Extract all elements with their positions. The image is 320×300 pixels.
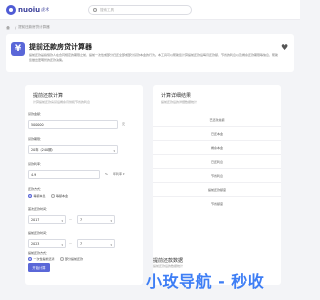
result-row: 节省利息 xyxy=(210,174,223,178)
radio-unselected-icon xyxy=(50,194,55,198)
logo-icon xyxy=(6,5,16,15)
repay-method-label: 还款方式： xyxy=(28,187,44,191)
result-divider xyxy=(153,126,281,127)
repay-method-option-2[interactable]: 等额本金 xyxy=(50,194,69,198)
chevron-down-icon: ▾ xyxy=(61,242,63,247)
prepay-method-option-1[interactable]: 一次性提前还清 xyxy=(28,257,55,261)
home-icon[interactable] xyxy=(6,25,10,30)
results-panel: 计算详细结果 提前还款后的详细数据统计 已还款总额 已还本金 剩余本金 已还利息… xyxy=(153,85,281,285)
result-row: 已还利息 xyxy=(210,160,223,164)
rate-type-select[interactable]: 年利率 ▾ xyxy=(113,172,124,176)
chevron-down-icon: ▾ xyxy=(110,218,112,223)
yen-icon: ¥ xyxy=(11,42,25,56)
favorite-heart-icon[interactable]: ♥ xyxy=(281,44,288,52)
loan-term-label: 贷款期限： xyxy=(28,137,44,141)
result-row: 节省额度 xyxy=(210,202,223,206)
rate-input[interactable]: 4.9 xyxy=(28,170,100,179)
results-subtitle: 提前还款后的详细数据统计 xyxy=(161,100,198,104)
result-divider xyxy=(153,154,281,155)
loan-amount-unit: 元 xyxy=(122,122,126,126)
prepay-method-option-label: 部分提前还款 xyxy=(65,257,84,261)
prepay-month-value: 7 xyxy=(80,241,83,246)
first-date-year-select[interactable]: 2017 ▾ xyxy=(28,215,66,224)
results-title: 计算详细结果 xyxy=(161,93,192,99)
rate-unit: % xyxy=(105,172,108,176)
date-separator: — xyxy=(69,217,72,221)
watermark-text: 小玫导航 - 秒收 xyxy=(146,272,265,291)
loan-term-value: 20年（240期） xyxy=(31,148,55,152)
prepay-method-radio-group: 一次性提前还清 部分提前还款 xyxy=(28,257,88,261)
rate-type-value: 年利率 xyxy=(113,172,123,176)
prepay-method-option-2[interactable]: 部分提前还款 xyxy=(59,257,84,261)
result-row: 提前还款额度 xyxy=(207,188,226,192)
loan-amount-input[interactable]: 500000 xyxy=(28,120,118,129)
repay-method-option-1[interactable]: 等额本息 xyxy=(28,194,46,198)
result-divider xyxy=(153,182,281,183)
result-row: 已还本金 xyxy=(210,132,223,136)
first-date-label: 首次还款时间： xyxy=(28,207,50,211)
prepay-date-year-select[interactable]: 2023 ▾ xyxy=(28,239,66,248)
calculate-button[interactable]: 开始计算 xyxy=(28,263,50,272)
repay-method-option-label: 等额本金 xyxy=(56,194,69,198)
date-separator: — xyxy=(69,241,72,245)
repay-method-radio-group: 等额本息 等额本金 xyxy=(28,194,73,198)
radio-selected-icon xyxy=(28,257,32,261)
prepay-method-label: 提前还款方式： xyxy=(28,251,50,255)
radio-selected-icon xyxy=(28,194,32,198)
result-divider xyxy=(153,168,281,169)
result-divider xyxy=(153,196,281,197)
first-month-value: 7 xyxy=(80,217,83,222)
first-year-value: 2017 xyxy=(31,217,40,222)
chevron-down-icon: ▾ xyxy=(110,242,112,247)
chevron-down-icon: ▾ xyxy=(113,148,115,153)
prepay-method-option-label: 一次性提前还清 xyxy=(33,257,55,261)
first-date-month-select[interactable]: 7 ▾ xyxy=(77,215,115,224)
repay-method-option-label: 等额本息 xyxy=(33,194,46,198)
breadcrumb-separator: / xyxy=(15,25,17,30)
result-row: 已还款总额 xyxy=(209,118,225,122)
loan-amount-label: 贷款金额： xyxy=(28,112,44,116)
result-row: 剩余本金 xyxy=(210,146,223,150)
rate-label: 贷款利率： xyxy=(28,162,44,166)
loan-term-select[interactable]: 20年（240期） ▾ xyxy=(28,145,118,154)
radio-unselected-icon xyxy=(59,257,64,261)
prepay-date-month-select[interactable]: 7 ▾ xyxy=(77,239,115,248)
result-divider xyxy=(153,140,281,141)
prepay-date-label: 提前还款时间： xyxy=(28,231,50,235)
chevron-down-icon: ▾ xyxy=(61,218,63,223)
prepay-year-value: 2023 xyxy=(31,241,40,246)
details-title: 提前还款数据 xyxy=(153,258,184,264)
